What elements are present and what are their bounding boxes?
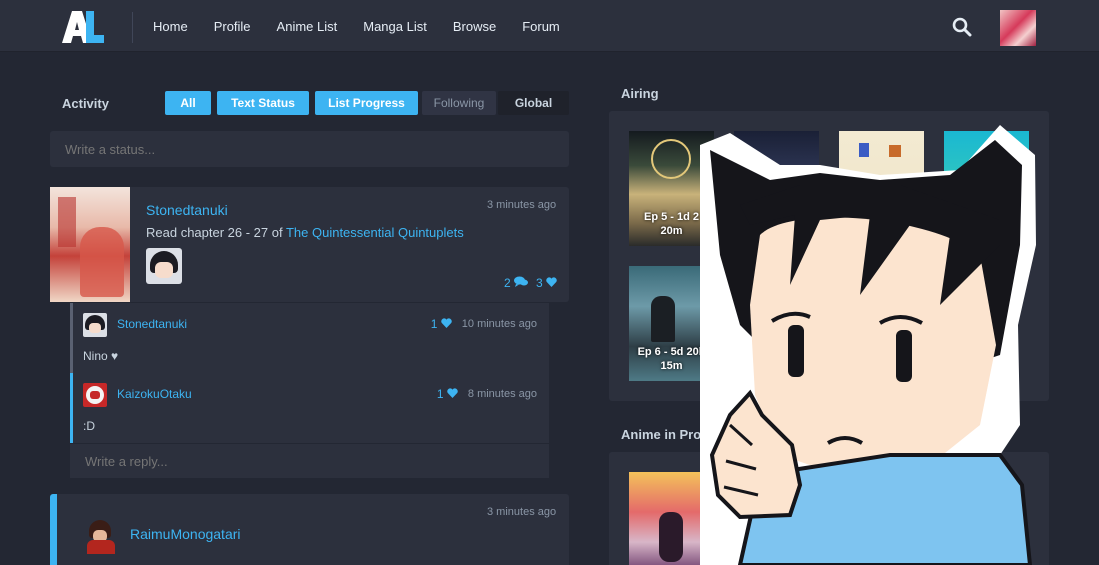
airing-episode: Ep 5 - 1d 2 20m	[643, 211, 700, 237]
nav-anime-list[interactable]: Anime List	[277, 19, 338, 34]
activity-user-thumb[interactable]	[146, 248, 182, 284]
avatar[interactable]	[1000, 10, 1036, 46]
reply-text: Nino ♥	[83, 349, 119, 363]
reply-time: 10 minutes ago	[461, 318, 537, 330]
comments-icon	[514, 276, 529, 287]
activity-username[interactable]: RaimuMonogatari	[130, 526, 241, 542]
progress-tile[interactable]	[629, 472, 714, 565]
activity-text: Read chapter 26 - 27 of The Quintessenti…	[146, 225, 464, 240]
reply-time: 8 minutes ago	[467, 388, 537, 400]
nav-profile[interactable]: Profile	[214, 19, 251, 34]
anilist-logo[interactable]	[62, 11, 104, 43]
activity-counts: 2 3	[504, 276, 557, 290]
activity-user-avatar[interactable]	[83, 518, 119, 554]
reply-item: Stonedtanuki 1 10 minutes ago Nino ♥	[70, 303, 549, 373]
progress-panel	[609, 452, 1049, 565]
reply-text: :D	[83, 419, 95, 433]
filter-all[interactable]: All	[165, 91, 211, 115]
reply-likes[interactable]: 1	[431, 317, 452, 331]
airing-tile[interactable]: Ep 6 - 5d 20h 15m	[629, 266, 714, 381]
airing-heading: Airing	[621, 86, 659, 101]
airing-episode: Ep 6 - 5d 20h 15m	[637, 346, 706, 372]
activity-username[interactable]: Stonedtanuki	[146, 202, 228, 218]
airing-tile[interactable]: Ep 5 - 1d 2 20m	[629, 131, 714, 246]
reply-item: KaizokuOtaku 1 8 minutes ago :D	[70, 373, 549, 443]
status-input[interactable]	[50, 131, 569, 167]
reply-username[interactable]: Stonedtanuki	[117, 317, 187, 331]
reply-avatar[interactable]	[83, 383, 107, 407]
nav-divider	[132, 12, 133, 43]
activity-heading: Activity	[62, 96, 109, 111]
heart-icon	[447, 388, 458, 398]
activity-card: RaimuMonogatari 3 minutes ago	[50, 494, 569, 565]
activity-text-prefix: Read chapter 26 - 27 of	[146, 225, 286, 240]
filter-text-status[interactable]: Text Status	[217, 91, 309, 115]
filter-global[interactable]: Global	[498, 91, 569, 115]
reply-input[interactable]	[70, 443, 549, 478]
nav-home[interactable]: Home	[153, 19, 188, 34]
heart-icon	[441, 318, 452, 328]
progress-heading: Anime in Progress	[621, 427, 736, 442]
reply-likes[interactable]: 1	[437, 387, 458, 401]
like-count[interactable]: 3	[536, 276, 557, 290]
media-title-link[interactable]: The Quintessential Quintuplets	[286, 225, 464, 240]
nav-browse[interactable]: Browse	[453, 19, 496, 34]
reply-count[interactable]: 2	[504, 276, 529, 290]
activity-time: 3 minutes ago	[487, 506, 557, 518]
airing-tile[interactable]	[944, 131, 1029, 246]
nav-links: Home Profile Anime List Manga List Brows…	[153, 0, 586, 52]
manga-cover[interactable]	[50, 187, 130, 302]
reply-meta: 1 10 minutes ago	[431, 317, 537, 331]
reply-username[interactable]: KaizokuOtaku	[117, 387, 192, 401]
heart-icon	[546, 277, 557, 287]
search-icon[interactable]	[952, 17, 972, 37]
top-nav: Home Profile Anime List Manga List Brows…	[0, 0, 1099, 52]
airing-panel: Ep 5 - 1d 2 20m Ep 6 - 5d 20h 15m	[609, 111, 1049, 401]
nav-manga-list[interactable]: Manga List	[363, 19, 427, 34]
filter-list-progress[interactable]: List Progress	[315, 91, 418, 115]
airing-tile[interactable]	[734, 131, 819, 246]
airing-tile[interactable]	[839, 131, 924, 246]
reply-meta: 1 8 minutes ago	[437, 387, 537, 401]
activity-time: 3 minutes ago	[487, 199, 557, 211]
reply-avatar[interactable]	[83, 313, 107, 337]
nav-forum[interactable]: Forum	[522, 19, 560, 34]
filter-following[interactable]: Following	[422, 91, 496, 115]
